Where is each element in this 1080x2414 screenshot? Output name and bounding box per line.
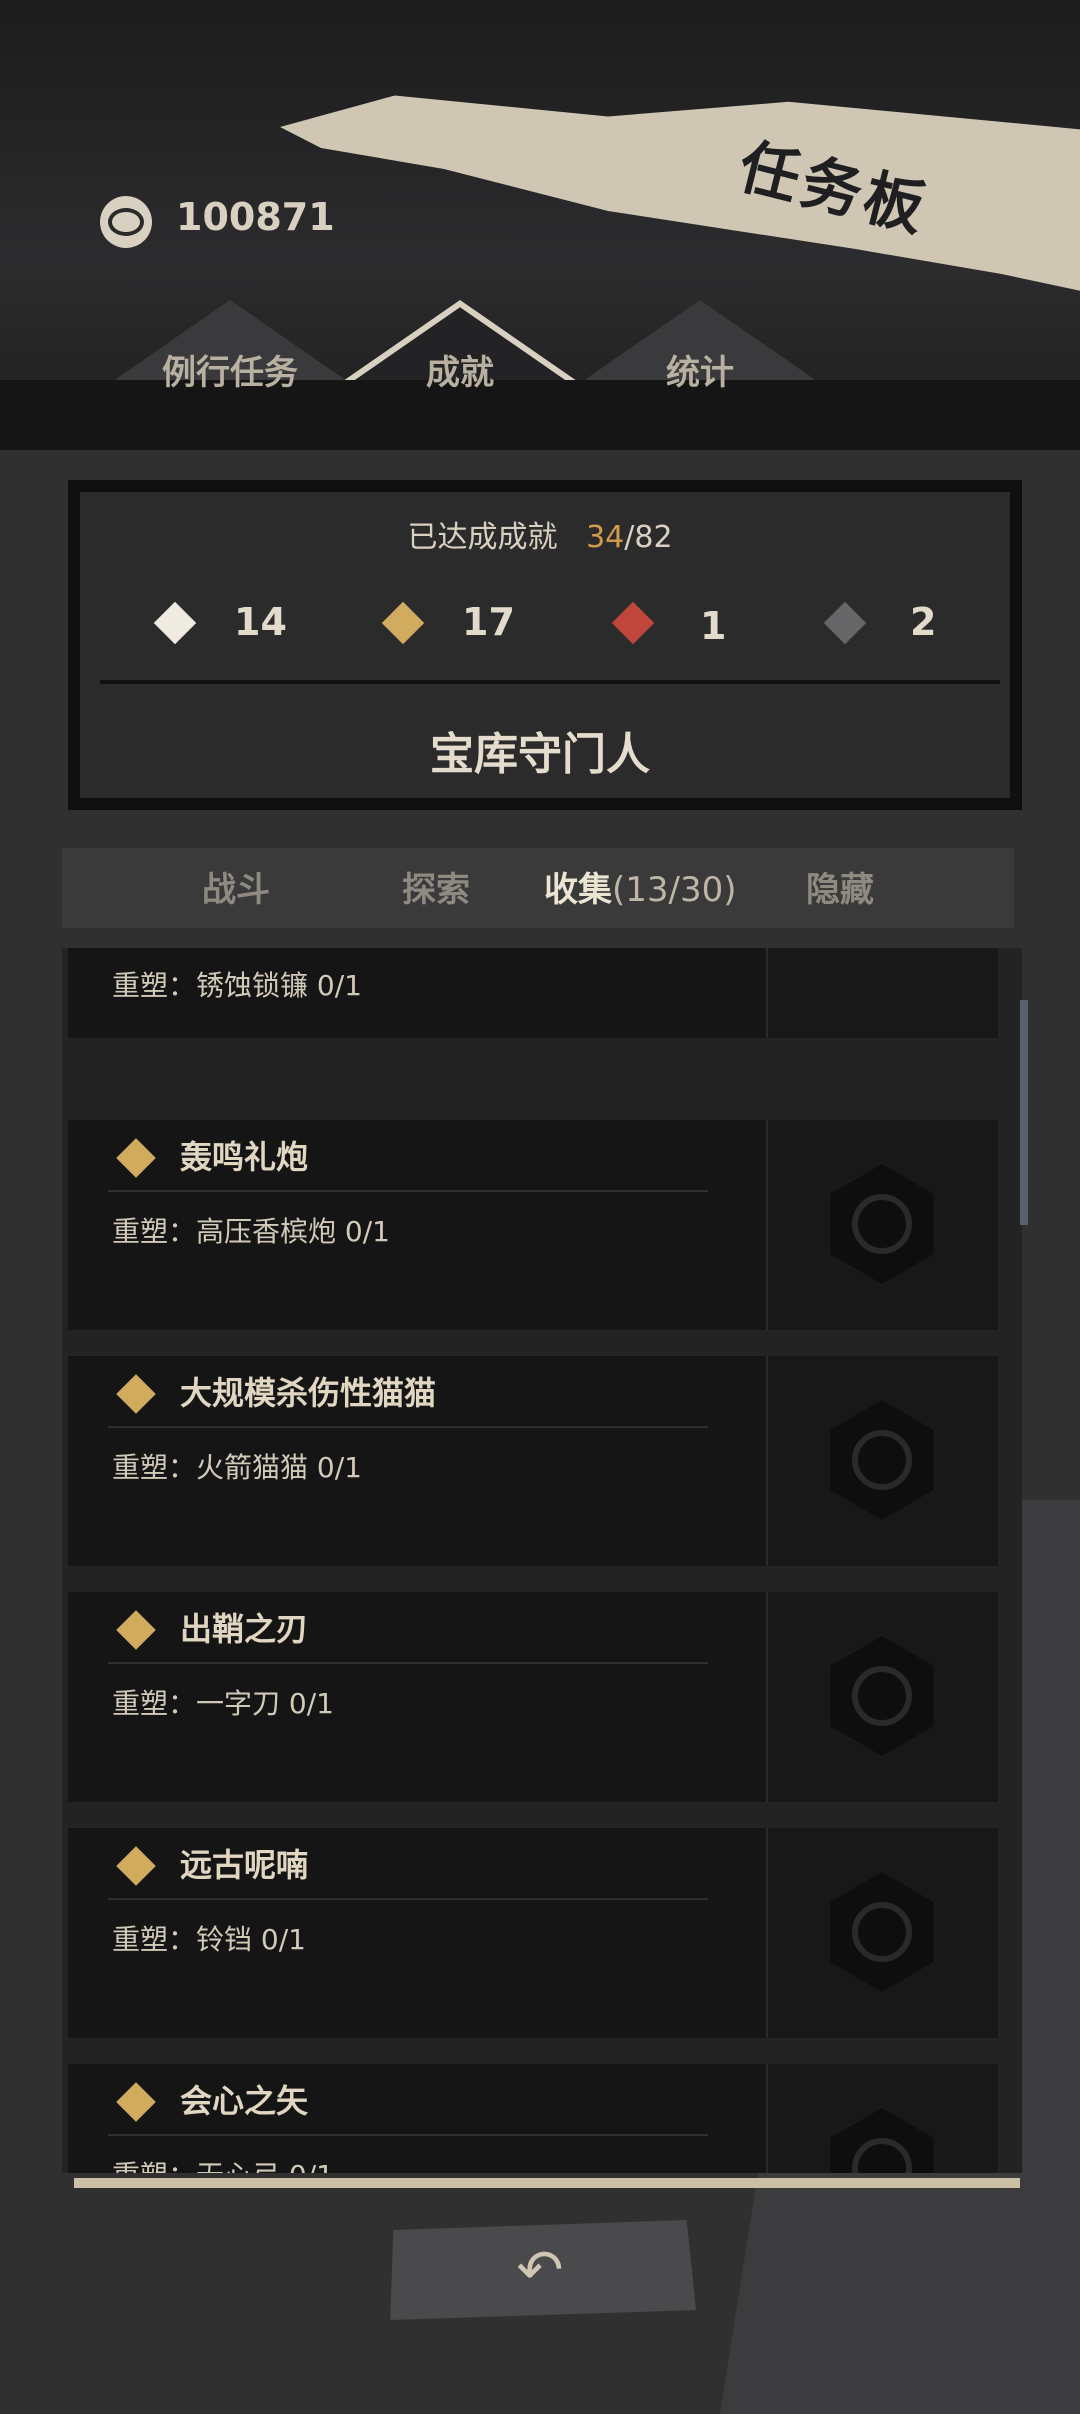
- list-item[interactable]: 大规模杀伤性猫猫 重塑：火箭猫猫 0/1: [68, 1356, 998, 1566]
- item-desc: 重塑：一字刀 0/1: [112, 1687, 334, 1720]
- hidden-achievement-count: 2: [910, 600, 937, 644]
- tab-achievements[interactable]: 成就: [330, 300, 590, 393]
- item-title: 远古呢喃: [180, 1846, 309, 1884]
- gold-diamond-icon: [116, 1610, 156, 1650]
- achievement-list[interactable]: 重塑：锈蚀锁镰 0/1 轰鸣礼炮 重塑：高压香槟炮 0/1 大规模杀伤性猫猫 重…: [62, 948, 1022, 2173]
- gold-diamond-icon: [116, 1374, 156, 1414]
- list-item[interactable]: 轰鸣礼炮 重塑：高压香槟炮 0/1: [68, 1120, 998, 1330]
- achieved-count: 已达成成就 34/82: [407, 520, 673, 555]
- gold-diamond-icon: [116, 1138, 156, 1178]
- scrollbar[interactable]: [1020, 1000, 1028, 1225]
- item-desc: 重塑：无心弓 0/1: [112, 2154, 334, 2173]
- gold-diamond-icon: [116, 2082, 156, 2122]
- item-desc: 重塑：铃铛 0/1: [112, 1923, 306, 1956]
- list-item[interactable]: 远古呢喃 重塑：铃铛 0/1: [68, 1828, 998, 2038]
- item-title: 轰鸣礼炮: [180, 1138, 309, 1176]
- item-desc: 重塑：火箭猫猫 0/1: [112, 1451, 362, 1484]
- item-desc: 重塑：高压香槟炮 0/1: [112, 1215, 390, 1248]
- tab-statistics[interactable]: 统计: [570, 300, 830, 393]
- gold-diamond-icon: [116, 1846, 156, 1886]
- item-title: 出鞘之刃: [180, 1610, 309, 1648]
- tab-routine-tasks[interactable]: 例行任务: [100, 300, 360, 393]
- list-item[interactable]: 会心之矢 重塑：无心弓 0/1: [68, 2064, 998, 2173]
- coin-icon: [100, 196, 152, 248]
- tab-explore[interactable]: 探索: [402, 862, 470, 911]
- tab-collection[interactable]: 收集(13/30): [544, 862, 737, 911]
- tab-combat[interactable]: 战斗: [202, 862, 270, 911]
- tab-label: 例行任务: [162, 352, 298, 393]
- red-achievement-count: 1: [700, 604, 727, 648]
- item-title: 会心之矢: [180, 2082, 309, 2120]
- tab-hidden[interactable]: 隐藏: [806, 862, 874, 911]
- summary-divider: [100, 680, 1000, 684]
- list-item[interactable]: 重塑：锈蚀锁镰 0/1: [68, 948, 998, 1038]
- tab-label: 统计: [666, 352, 734, 393]
- white-achievement-count: 14: [234, 600, 287, 644]
- item-title: 大规模杀伤性猫猫: [180, 1374, 437, 1412]
- back-arrow-icon: ↶: [516, 2237, 564, 2303]
- tab-label: 成就: [426, 352, 494, 393]
- gold-achievement-count: 17: [462, 600, 515, 644]
- back-button[interactable]: ↶: [390, 2220, 696, 2320]
- list-item[interactable]: 出鞘之刃 重塑：一字刀 0/1: [68, 1592, 998, 1802]
- currency-value: 100871: [176, 195, 335, 239]
- achievement-title: 宝库守门人: [430, 729, 650, 780]
- list-bottom-edge: [74, 2178, 1020, 2188]
